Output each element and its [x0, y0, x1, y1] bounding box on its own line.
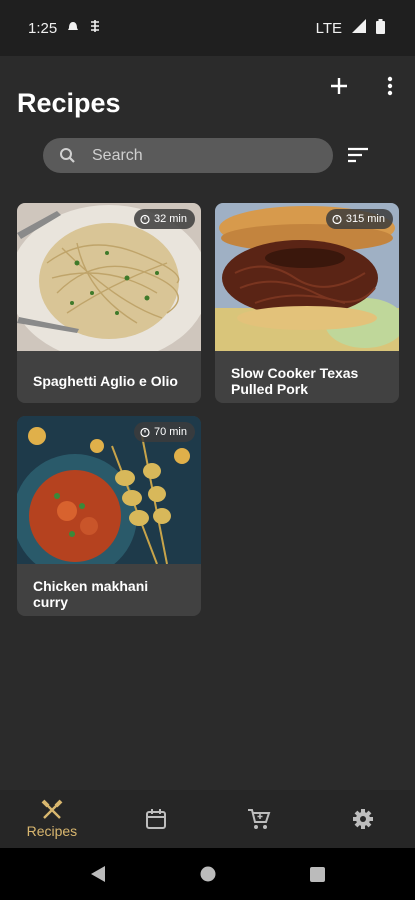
more-vert-icon [387, 76, 393, 96]
status-right: LTE [315, 18, 385, 38]
recipe-card[interactable]: 32 min Spaghetti Aglio e Olio [17, 203, 201, 403]
notification-icon [67, 20, 79, 37]
recipe-image: 315 min [215, 203, 399, 351]
overflow-menu-button[interactable] [372, 68, 408, 104]
nav-item-shopping[interactable] [208, 790, 312, 848]
app-icon [89, 19, 101, 37]
status-time: 1:25 [28, 19, 58, 37]
nav-item-settings[interactable] [311, 790, 415, 848]
calendar-icon [145, 809, 166, 829]
recipe-image: 32 min [17, 203, 201, 351]
back-icon [90, 866, 105, 882]
recipe-title: Slow Cooker Texas Pulled Pork [231, 365, 359, 397]
system-nav-bar [0, 848, 415, 900]
search-input[interactable] [92, 146, 292, 165]
nav-label-recipes: Recipes [26, 823, 78, 839]
timer-icon [140, 214, 150, 224]
cook-time: 70 min [153, 426, 187, 438]
status-bar: 1:25 LTE [0, 0, 415, 56]
battery-icon [376, 18, 385, 38]
cart-icon [248, 809, 271, 829]
signal-icon [352, 19, 366, 37]
timer-icon [332, 214, 342, 224]
settings-icon [353, 809, 374, 829]
recipe-title: Chicken makhani curry [33, 578, 149, 610]
bottom-nav: Recipes [0, 790, 415, 848]
page-title: Recipes [17, 88, 121, 118]
recipe-card[interactable]: 70 min Chicken makhani curry [17, 416, 201, 616]
add-recipe-button[interactable] [321, 68, 357, 104]
cook-time-badge: 315 min [325, 209, 393, 229]
cook-time-badge: 70 min [133, 422, 195, 442]
plus-icon [331, 78, 347, 94]
recipe-title: Spaghetti Aglio e Olio [33, 373, 178, 389]
network-label: LTE [315, 19, 342, 37]
home-button[interactable] [196, 862, 220, 886]
timer-icon [140, 427, 150, 437]
back-button[interactable] [86, 862, 110, 886]
utensils-icon [41, 799, 63, 819]
recents-icon [310, 866, 325, 882]
home-icon [200, 866, 215, 882]
recipe-image: 70 min [17, 416, 201, 564]
search-bar[interactable] [43, 138, 333, 173]
nav-item-recipes[interactable]: Recipes [0, 790, 104, 848]
recents-button[interactable] [306, 862, 330, 886]
nav-item-calendar[interactable] [104, 790, 208, 848]
sort-icon [348, 147, 368, 163]
cook-time-badge: 32 min [133, 209, 195, 229]
recipe-card[interactable]: 315 min Slow Cooker Texas Pulled Pork [215, 203, 399, 403]
cook-time: 32 min [153, 213, 187, 225]
cook-time: 315 min [345, 213, 385, 225]
search-icon [60, 148, 75, 163]
sort-filter-button[interactable] [340, 137, 376, 173]
status-left: 1:25 [28, 19, 101, 37]
